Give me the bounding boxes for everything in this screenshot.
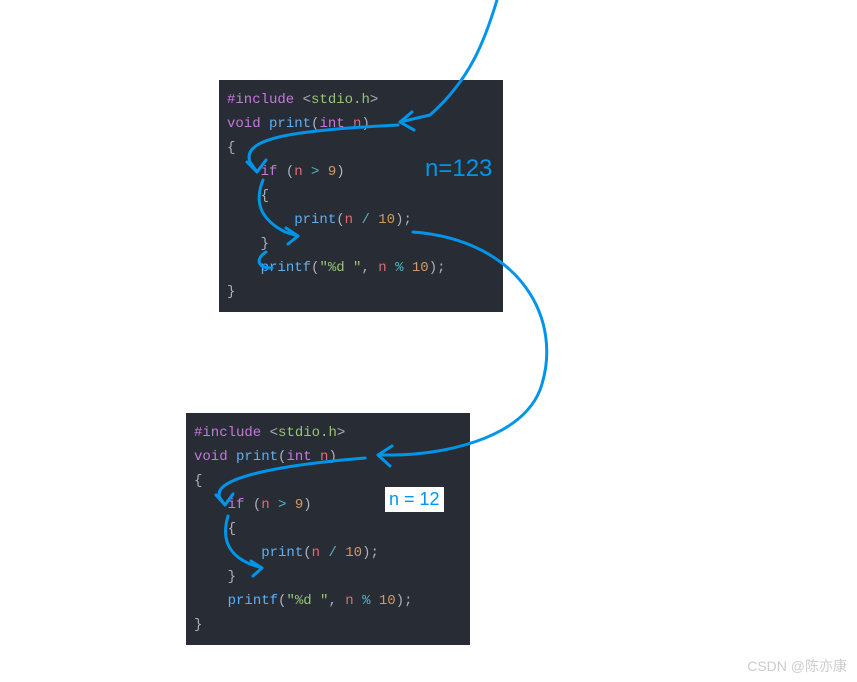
cond-open: ( — [277, 164, 294, 180]
code-line: printf("%d ", n % 10); — [219, 256, 503, 280]
div-op: / — [320, 545, 345, 561]
code-block-1: #include <stdio.h> void print(int n) { i… — [219, 80, 503, 312]
param-n: n — [345, 116, 362, 132]
call-name: print — [294, 212, 336, 228]
code-line: } — [219, 232, 503, 256]
printf-str: "%d " — [319, 260, 361, 276]
if-keyword: if — [228, 497, 245, 513]
code-line: printf("%d ", n % 10); — [186, 589, 470, 613]
num-9: 9 — [295, 497, 303, 513]
include-keyword: #include — [227, 92, 294, 108]
call-close: ); — [395, 212, 412, 228]
code-line: } — [186, 565, 470, 589]
printf-var: n — [345, 593, 353, 609]
include-open: < — [261, 425, 278, 441]
printf-close: ); — [429, 260, 446, 276]
code-block-2: #include <stdio.h> void print(int n) { i… — [186, 413, 470, 645]
code-line: } — [219, 280, 503, 304]
code-line: { — [219, 184, 503, 208]
code-line: #include <stdio.h> — [219, 88, 503, 112]
num-10: 10 — [345, 545, 362, 561]
code-line: #include <stdio.h> — [186, 421, 470, 445]
cond-close: ) — [336, 164, 344, 180]
num-9: 9 — [328, 164, 336, 180]
watermark: CSDN @陈亦康 — [747, 656, 847, 676]
annotation-n-123: n=123 — [425, 155, 492, 183]
include-open: < — [294, 92, 311, 108]
printf-str: "%d " — [286, 593, 328, 609]
div-op: / — [353, 212, 378, 228]
code-line: { — [186, 517, 470, 541]
code-line: print(n / 10); — [219, 208, 503, 232]
int-type: int — [286, 449, 311, 465]
inner-close-brace: } — [227, 236, 269, 252]
open-brace: { — [227, 140, 235, 156]
printf-name: printf — [228, 593, 278, 609]
call-var: n — [312, 545, 320, 561]
num-10: 10 — [378, 212, 395, 228]
comma: , — [361, 260, 378, 276]
void-keyword: void — [227, 116, 261, 132]
include-path: stdio.h — [278, 425, 337, 441]
include-path: stdio.h — [311, 92, 370, 108]
printf-num: 10 — [379, 593, 396, 609]
include-close: > — [370, 92, 378, 108]
func-name: print — [269, 116, 311, 132]
inner-open-brace: { — [227, 188, 269, 204]
void-keyword: void — [194, 449, 228, 465]
param-n: n — [312, 449, 329, 465]
printf-name: printf — [261, 260, 311, 276]
call-name: print — [261, 545, 303, 561]
gt-op: > — [303, 164, 328, 180]
printf-var: n — [378, 260, 386, 276]
mod-op: % — [387, 260, 412, 276]
cond-var: n — [261, 497, 269, 513]
close-brace: } — [227, 284, 235, 300]
code-line: void print(int n) — [186, 445, 470, 469]
func-name: print — [236, 449, 278, 465]
mod-op: % — [354, 593, 379, 609]
annotation-n-12: n = 12 — [385, 487, 444, 512]
call-var: n — [345, 212, 353, 228]
cond-var: n — [294, 164, 302, 180]
include-close: > — [337, 425, 345, 441]
call-open: ( — [336, 212, 344, 228]
close-paren: ) — [361, 116, 369, 132]
code-line: } — [186, 613, 470, 637]
code-line: void print(int n) — [219, 112, 503, 136]
int-type: int — [319, 116, 344, 132]
printf-num: 10 — [412, 260, 429, 276]
code-line: print(n / 10); — [186, 541, 470, 565]
include-keyword: #include — [194, 425, 261, 441]
gt-op: > — [270, 497, 295, 513]
if-keyword: if — [261, 164, 278, 180]
